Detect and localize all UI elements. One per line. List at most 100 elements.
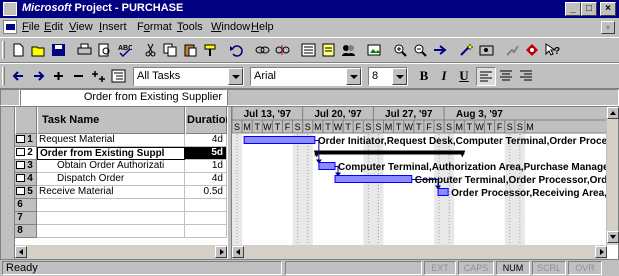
zoom-in-button[interactable] [390,40,411,60]
duration-cell[interactable]: 1d [185,160,227,173]
copy-picture-button[interactable] [364,40,385,60]
table-row[interactable]: 4 Dispatch Order 4d [15,173,227,186]
row-id-cell[interactable]: 6 [15,199,37,212]
table-scroll-left-button[interactable] [15,246,27,258]
row-id-cell[interactable]: 2 [15,147,37,160]
view-bar[interactable] [1,107,15,259]
copy-button[interactable] [160,40,181,60]
new-button[interactable] [8,40,29,60]
task-name-cell[interactable]: Order from Existing Suppl [37,147,185,160]
gantt-scroll-right-button[interactable] [595,246,607,258]
maximize-button[interactable]: □ [581,2,597,16]
row-id-cell[interactable]: 5 [15,186,37,199]
show-subtasks-button[interactable] [48,66,69,86]
duration-cell[interactable] [185,212,227,225]
show-all-subtasks-button[interactable] [88,66,109,86]
task-notes-button[interactable] [318,40,339,60]
entry-field[interactable]: Order from Existing Supplier [20,89,227,106]
align-left-button[interactable] [476,67,496,86]
menu-item-file[interactable]: File [22,21,40,33]
select-all-cell[interactable] [15,107,37,134]
show-button[interactable] [108,66,129,86]
scroll-down-button[interactable] [607,231,619,243]
task-name-cell[interactable] [37,212,185,225]
paste-button[interactable] [180,40,201,60]
close-button[interactable]: × [600,2,616,16]
italic-button[interactable]: I [434,67,454,86]
menu-item-help[interactable]: Help [251,21,274,33]
cut-button[interactable] [140,40,161,60]
menu-item-insert[interactable]: Insert [99,21,127,33]
minimize-button[interactable]: _ [565,2,581,16]
row-id-cell[interactable]: 1 [15,134,37,147]
workgroup-button[interactable] [476,40,497,60]
menu-item-tools[interactable]: Tools [177,21,203,33]
office-assistant-button[interactable] [522,40,543,60]
table-row[interactable]: 8 [15,225,227,238]
toolbar-grip[interactable] [2,41,5,59]
task-information-button[interactable] [298,40,319,60]
gantt-horizontal-scrollbar[interactable] [232,245,607,259]
row-id-cell[interactable]: 7 [15,212,37,225]
goto-selected-task-button[interactable] [430,40,451,60]
undo-button[interactable] [226,40,247,60]
duration-cell[interactable]: 4d [185,134,227,147]
task-name-cell[interactable]: Obtain Order Authorizati [37,160,185,173]
zoom-out-button[interactable] [410,40,431,60]
align-right-button[interactable] [516,67,536,86]
duration-cell[interactable] [185,199,227,212]
task-name-cell[interactable] [37,225,185,238]
task-name-cell[interactable] [37,199,185,212]
assign-resources-button[interactable] [338,40,359,60]
print-preview-button[interactable] [94,40,115,60]
outdent-button[interactable] [8,66,29,86]
hide-subtasks-button[interactable] [68,66,89,86]
save-button[interactable] [48,40,69,60]
row-id-cell[interactable]: 4 [15,173,37,186]
task-name-cell[interactable]: Dispatch Order [37,173,185,186]
duration-cell[interactable]: 5d [185,147,227,160]
duration-cell[interactable] [185,225,227,238]
row-id-cell[interactable]: 3 [15,160,37,173]
duration-header[interactable]: Duration [185,107,227,134]
task-name-header[interactable]: Task Name [37,107,185,134]
table-row[interactable]: 7 [15,212,227,225]
document-icon[interactable] [3,20,17,34]
menu-item-view[interactable]: View [69,21,93,33]
scroll-up-button[interactable] [607,107,619,119]
help-button[interactable]: ? [542,40,563,60]
underline-button[interactable]: U [454,67,474,86]
vertical-scrollbar[interactable] [606,107,619,245]
indent-button[interactable] [28,66,49,86]
toolbars-button[interactable] [502,40,523,60]
align-center-button[interactable] [496,67,516,86]
chevron-down-icon[interactable] [346,68,361,85]
spelling-button[interactable]: ABC [114,40,135,60]
link-tasks-button[interactable] [252,40,273,60]
table-row[interactable]: 2 Order from Existing Suppl 5d [15,147,227,160]
table-row[interactable]: 3 Obtain Order Authorizati 1d [15,160,227,173]
font-size-dropdown[interactable]: 8 [368,67,408,86]
toolbar-grip[interactable] [2,67,5,85]
task-name-cell[interactable]: Receive Material [37,186,185,199]
duration-cell[interactable]: 4d [185,173,227,186]
gantt-wizard-button[interactable] [456,40,477,60]
table-scroll-right-button[interactable] [215,246,227,258]
menu-item-format[interactable]: Format [137,21,172,33]
table-row[interactable]: 1 Request Material 4d [15,134,227,147]
chevron-down-icon[interactable] [392,68,407,85]
unlink-tasks-button[interactable] [272,40,293,60]
document-restore-button[interactable]: ▫ [601,21,615,34]
menu-item-edit[interactable]: Edit [44,21,63,33]
task-name-cell[interactable]: Request Material [37,134,185,147]
bold-button[interactable]: B [414,67,434,86]
menu-item-window[interactable]: Window [211,21,250,33]
duration-cell[interactable]: 0.5d [185,186,227,199]
filter-dropdown[interactable]: All Tasks [133,67,244,86]
table-row[interactable]: 5 Receive Material 0.5d [15,186,227,199]
row-id-cell[interactable]: 8 [15,225,37,238]
chevron-down-icon[interactable] [228,68,243,85]
gantt-scroll-left-button[interactable] [232,246,244,258]
font-dropdown[interactable]: Arial [250,67,362,86]
app-icon[interactable] [3,2,17,16]
